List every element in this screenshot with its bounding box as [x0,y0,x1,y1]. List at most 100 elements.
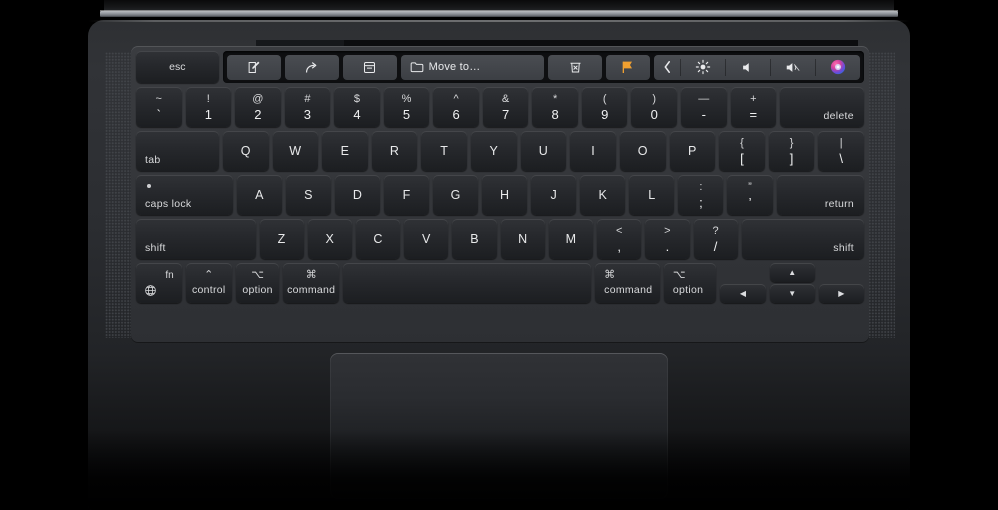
key-tilde[interactable]: ~ ` [136,87,182,127]
touchbar-expand-button[interactable] [654,55,680,80]
touchbar-mute-button[interactable] [770,55,815,80]
key-command-right[interactable]: ⌘ command [595,263,660,303]
key-5[interactable]: % 5 [383,87,430,127]
key-arrow-right[interactable]: ▶ [818,284,864,303]
key-label: Q [240,143,251,158]
key-y[interactable]: Y [471,131,517,171]
key-n[interactable]: N [500,219,545,259]
key-j[interactable]: J [531,175,577,215]
touchbar-move-to-label: Move to… [428,61,481,73]
key-legend-top: @ [252,92,264,105]
key-minus[interactable]: — - [681,87,727,127]
key-label: Y [489,143,499,158]
key-8[interactable]: * 8 [532,87,578,127]
touchbar-volume-button[interactable] [725,55,770,80]
key-b[interactable]: B [452,219,497,259]
key-o[interactable]: O [619,131,666,171]
key-bracket-left[interactable]: { [ [719,131,765,171]
key-x[interactable]: X [307,219,352,259]
key-1[interactable]: ! 1 [185,87,232,127]
key-m[interactable]: M [548,219,594,259]
key-z[interactable]: Z [259,219,304,259]
touchbar-brightness-button[interactable] [680,55,725,80]
key-caps-lock-label: caps lock [145,197,192,210]
key-3[interactable]: # 3 [284,87,331,127]
touchbar-move-to-button[interactable]: Move to… [400,54,544,80]
key-w[interactable]: W [272,131,319,171]
key-control[interactable]: ⌃ control [185,263,232,303]
key-p[interactable]: P [669,131,716,171]
speaker-mute-icon [784,60,802,75]
key-0[interactable]: ) 0 [631,87,678,127]
arrow-left-icon: ◀ [739,288,747,298]
key-9[interactable]: ( 9 [581,87,628,127]
key-fn-label: fn [165,270,174,281]
key-delete[interactable]: delete [780,87,864,127]
key-label: A [255,187,264,202]
key-g[interactable]: G [433,175,479,215]
key-equal[interactable]: + = [730,87,777,127]
key-v[interactable]: V [404,219,449,259]
key-c[interactable]: C [355,219,401,259]
key-legend-top: ! [206,92,210,105]
key-tab[interactable]: tab [136,131,219,171]
key-d[interactable]: D [334,175,381,215]
arrow-left-wrap: ◀ [720,263,766,303]
key-period[interactable]: > . [645,219,690,259]
key-legend-bottom: 4 [353,106,361,122]
key-bracket-right[interactable]: } ] [768,131,815,171]
key-f[interactable]: F [384,175,430,215]
key-command-symbol: ⌘ [604,269,616,282]
touchbar-compose-button[interactable] [226,54,281,80]
key-shift-left[interactable]: shift [136,219,256,259]
key-7[interactable]: & 7 [482,87,529,127]
key-comma[interactable]: < , [597,219,642,259]
key-fn[interactable]: fn [136,263,182,303]
key-option-label: option [672,284,704,297]
key-2[interactable]: @ 2 [235,87,281,127]
key-caps-lock[interactable]: caps lock [136,175,233,215]
chevron-left-icon [663,60,672,74]
key-legend-top: ^ [453,92,459,105]
siri-icon [829,58,847,76]
arrow-key-cluster: ◀ ▲ ▼ ▶ [720,263,864,303]
key-arrow-down[interactable]: ▼ [769,284,815,303]
key-slash[interactable]: ? / [693,219,738,259]
key-option-left[interactable]: ⌥ option [235,263,280,303]
keyboard-row-home: caps lock A S D F G H J K L : ; ” ’ retu… [136,175,865,215]
key-control-symbol: ⌃ [204,269,214,282]
key-s[interactable]: S [285,175,331,215]
key-option-right[interactable]: ⌥ option [663,263,717,303]
key-q[interactable]: Q [222,131,269,171]
key-esc[interactable]: esc [136,51,219,83]
key-quote[interactable]: ” ’ [727,175,773,215]
key-e[interactable]: E [322,131,368,171]
key-return[interactable]: return [776,175,865,215]
archive-box-icon [362,60,377,75]
key-k[interactable]: K [580,175,626,215]
touchbar-delete-button[interactable] [548,54,602,80]
key-l[interactable]: L [629,175,675,215]
key-u[interactable]: U [520,131,567,171]
key-r[interactable]: R [371,131,418,171]
key-semicolon[interactable]: : ; [678,175,724,215]
key-label: J [550,187,558,202]
key-legend-top: > [664,224,671,237]
touchbar-flag-button[interactable] [606,54,650,80]
key-a[interactable]: A [236,175,282,215]
key-arrow-up[interactable]: ▲ [769,263,815,282]
touchbar-reply-button[interactable] [284,54,339,80]
key-h[interactable]: H [482,175,528,215]
reply-arrow-icon [303,60,320,75]
touchbar-archive-button[interactable] [342,54,397,80]
key-command-left[interactable]: ⌘ command [283,263,340,303]
touchbar-siri-button[interactable] [815,55,860,80]
key-4[interactable]: $ 4 [334,87,380,127]
key-6[interactable]: ^ 6 [433,87,479,127]
key-shift-right[interactable]: shift [741,219,865,259]
key-backslash[interactable]: | \ [818,131,865,171]
key-t[interactable]: T [421,131,468,171]
space-bar[interactable] [343,263,592,303]
key-i[interactable]: I [570,131,616,171]
key-arrow-left[interactable]: ◀ [720,284,766,303]
